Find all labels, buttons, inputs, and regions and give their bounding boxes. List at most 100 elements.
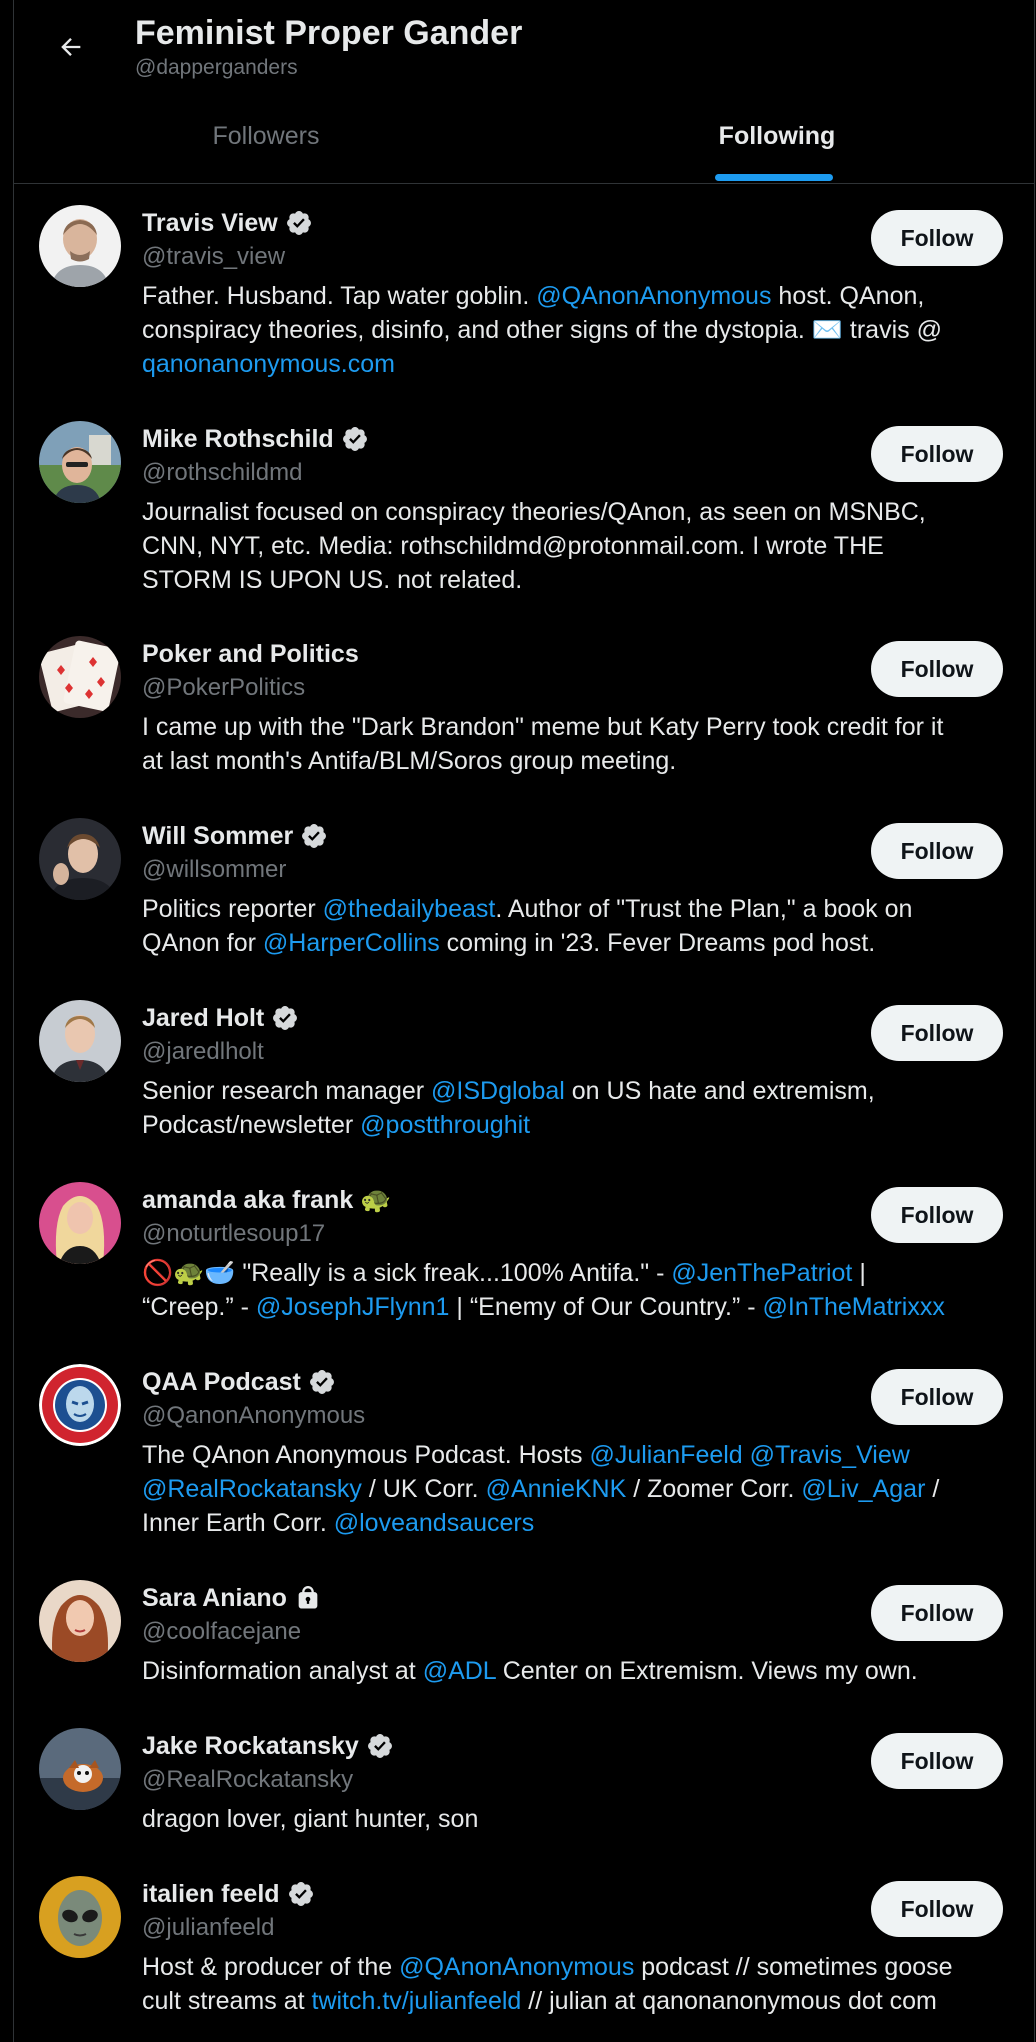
- follow-button[interactable]: Follow: [871, 1005, 1003, 1061]
- bio-link[interactable]: @JenThePatriot: [671, 1259, 852, 1287]
- bio-link[interactable]: @QAnonAnonymous: [399, 1953, 634, 1981]
- bio-link[interactable]: @Travis_View: [750, 1441, 910, 1469]
- name-row: QAA Podcast: [142, 1366, 336, 1398]
- display-name[interactable]: Sara Aniano: [142, 1584, 287, 1613]
- tab-label: Followers: [212, 122, 320, 150]
- bio-text: [743, 1441, 750, 1469]
- bio-line: Inner Earth Corr. @loveandsaucers: [142, 1506, 1017, 1540]
- follow-button[interactable]: Follow: [871, 1585, 1003, 1641]
- avatar[interactable]: [39, 1000, 121, 1082]
- bio-line: cult streams at twitch.tv/julianfeeld //…: [142, 1984, 1017, 2018]
- tab-following[interactable]: Following: [519, 100, 1035, 184]
- display-name[interactable]: Poker and Politics: [142, 640, 359, 669]
- follow-button[interactable]: Follow: [871, 1881, 1003, 1937]
- lock-icon: [294, 1584, 322, 1612]
- avatar[interactable]: [39, 1728, 121, 1810]
- user-handle: @rothschildmd: [142, 459, 303, 486]
- user-handle: @julianfeeld: [142, 1914, 275, 1941]
- bio-line: Podcast/newsletter @postthroughit: [142, 1108, 1017, 1142]
- avatar[interactable]: [39, 1364, 121, 1446]
- bio-link[interactable]: @JosephJFlynn1: [256, 1293, 450, 1321]
- bio-link[interactable]: @RealRockatansky: [142, 1475, 362, 1503]
- bio-link[interactable]: @thedailybeast: [323, 895, 496, 923]
- follow-button[interactable]: Follow: [871, 210, 1003, 266]
- bio-link[interactable]: @JulianFeeld: [589, 1441, 742, 1469]
- user-bio: Disinformation analyst at @ADL Center on…: [142, 1654, 1017, 1688]
- name-row: Jake Rockatansky: [142, 1730, 394, 1762]
- display-name[interactable]: italien feeld: [142, 1880, 280, 1909]
- bio-line: conspiracy theories, disinfo, and other …: [142, 313, 1017, 347]
- bio-line: Journalist focused on conspiracy theorie…: [142, 495, 1017, 529]
- profile-header: Feminist Proper Gander @dapperganders Fo…: [13, 0, 1035, 184]
- display-name[interactable]: amanda aka frank 🐢: [142, 1186, 391, 1215]
- user-bio: dragon lover, giant hunter, son: [142, 1802, 1017, 1836]
- display-name[interactable]: Travis View: [142, 209, 278, 238]
- bio-link[interactable]: @ADL: [423, 1657, 496, 1685]
- follow-button[interactable]: Follow: [871, 1369, 1003, 1425]
- display-name[interactable]: QAA Podcast: [142, 1368, 301, 1397]
- bio-line: qanonanonymous.com: [142, 347, 1017, 381]
- back-button[interactable]: [39, 22, 103, 72]
- follow-button[interactable]: Follow: [871, 1733, 1003, 1789]
- avatar[interactable]: [39, 636, 121, 718]
- bio-text: Politics reporter: [142, 895, 323, 923]
- avatar[interactable]: [39, 1580, 121, 1662]
- verified-badge-icon: [341, 425, 369, 453]
- tab-label: Following: [718, 122, 836, 150]
- name-row: Jared Holt: [142, 1002, 299, 1034]
- avatar[interactable]: [39, 1876, 121, 1958]
- name-row: Mike Rothschild: [142, 423, 369, 455]
- bio-link[interactable]: @ISDglobal: [431, 1077, 565, 1105]
- bio-line: “Creep.” - @JosephJFlynn1 | “Enemy of Ou…: [142, 1290, 1017, 1324]
- user-handle: @travis_view: [142, 243, 286, 270]
- bio-text: podcast // sometimes goose: [634, 1953, 953, 1981]
- avatar[interactable]: [39, 421, 121, 503]
- follow-button[interactable]: Follow: [871, 1187, 1003, 1243]
- bio-link[interactable]: @loveandsaucers: [334, 1509, 535, 1537]
- user-handle: @RealRockatansky: [142, 1766, 354, 1793]
- bio-link[interactable]: @HarperCollins: [263, 929, 440, 957]
- verified-badge-icon: [285, 209, 313, 237]
- tab-followers[interactable]: Followers: [13, 100, 519, 184]
- bio-link[interactable]: @AnnieKNK: [486, 1475, 627, 1503]
- bio-line: @RealRockatansky / UK Corr. @AnnieKNK / …: [142, 1472, 1017, 1506]
- bio-text: /: [925, 1475, 940, 1503]
- user-bio: Senior research manager @ISDglobal on US…: [142, 1074, 1017, 1142]
- avatar[interactable]: [39, 205, 121, 287]
- bio-line: Senior research manager @ISDglobal on US…: [142, 1074, 1017, 1108]
- bio-line: CNN, NYT, etc. Media: rothschildmd@proto…: [142, 529, 1017, 563]
- bio-link[interactable]: @postthroughit: [360, 1111, 530, 1139]
- name-row: Poker and Politics: [142, 638, 359, 670]
- display-name[interactable]: Jared Holt: [142, 1004, 264, 1033]
- bio-link[interactable]: qanonanonymous.com: [142, 350, 395, 378]
- follow-button[interactable]: Follow: [871, 426, 1003, 482]
- verified-badge-icon: [300, 822, 328, 850]
- user-handle: @coolfacejane: [142, 1618, 302, 1645]
- bio-text: dragon lover, giant hunter, son: [142, 1805, 479, 1833]
- bio-line: I came up with the "Dark Brandon" meme b…: [142, 710, 1017, 744]
- display-name[interactable]: Will Sommer: [142, 822, 293, 851]
- bio-link[interactable]: twitch.tv/julianfeeld: [312, 1987, 522, 2015]
- bio-text: Senior research manager: [142, 1077, 432, 1105]
- avatar[interactable]: [39, 1182, 121, 1264]
- bio-text: / UK Corr.: [361, 1475, 486, 1503]
- display-name[interactable]: Jake Rockatansky: [142, 1732, 359, 1761]
- bio-text: Host & producer of the: [142, 1953, 400, 1981]
- bio-text: // julian at qanonanonymous dot com: [521, 1987, 937, 2015]
- bio-line: Politics reporter @thedailybeast. Author…: [142, 892, 1017, 926]
- user-handle: @willsommer: [142, 856, 287, 883]
- avatar[interactable]: [39, 818, 121, 900]
- follow-button[interactable]: Follow: [871, 641, 1003, 697]
- user-bio: Journalist focused on conspiracy theorie…: [142, 495, 1017, 597]
- bio-link[interactable]: @InTheMatrixxx: [763, 1293, 945, 1321]
- verified-badge-icon: [287, 1880, 315, 1908]
- bio-text: Journalist focused on conspiracy theorie…: [142, 498, 926, 526]
- follow-button[interactable]: Follow: [871, 823, 1003, 879]
- bio-link[interactable]: @Liv_Agar: [801, 1475, 925, 1503]
- bio-text: at last month's Antifa/BLM/Soros group m…: [142, 747, 677, 775]
- bio-link[interactable]: @QAnonAnonymous: [536, 282, 771, 310]
- bio-text: . Author of "Trust the Plan," a book on: [495, 895, 913, 923]
- display-name[interactable]: Mike Rothschild: [142, 425, 334, 454]
- bio-text: Podcast/newsletter: [142, 1111, 361, 1139]
- bio-text: “Creep.” -: [142, 1293, 256, 1321]
